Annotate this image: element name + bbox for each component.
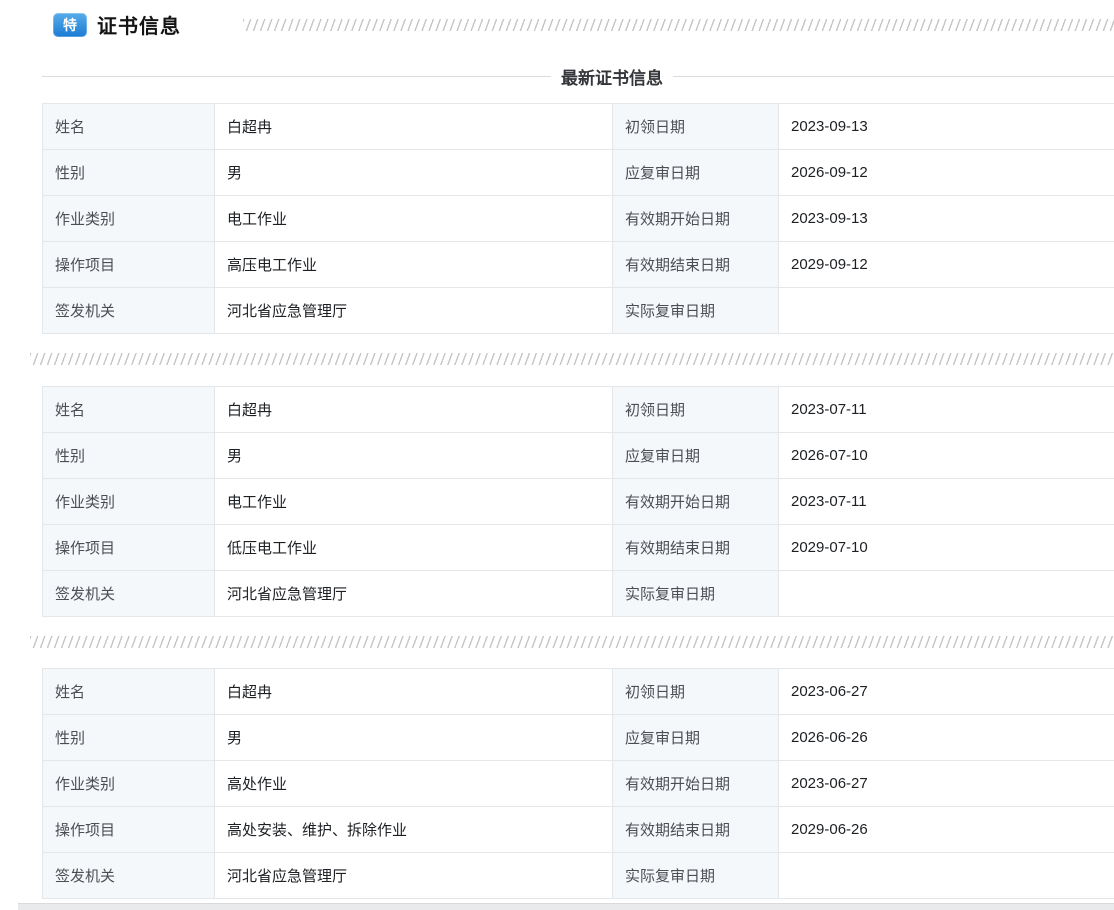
field-label: 操作项目: [43, 807, 215, 853]
field-value: 白超冉: [215, 669, 613, 715]
field-value: 低压电工作业: [215, 525, 613, 571]
hatch-divider: [30, 636, 1114, 648]
field-value: 高处安装、维护、拆除作业: [215, 807, 613, 853]
field-label: 性别: [43, 715, 215, 761]
field-value: 电工作业: [215, 479, 613, 525]
field-label: 有效期开始日期: [613, 196, 779, 242]
field-label: 有效期结束日期: [613, 242, 779, 288]
field-label: 有效期开始日期: [613, 479, 779, 525]
table-row: 操作项目 高压电工作业 有效期结束日期 2029-09-12: [43, 242, 1114, 288]
latest-certificate-section-header: 最新证书信息: [42, 64, 1114, 89]
table-row: 操作项目 高处安装、维护、拆除作业 有效期结束日期 2029-06-26: [43, 807, 1114, 853]
section-title: 最新证书信息: [561, 64, 663, 89]
field-value: 男: [215, 150, 613, 196]
certificate-table-1: 姓名 白超冉 初领日期 2023-09-13 性别 男 应复审日期 2026-0…: [42, 103, 1114, 334]
field-value: 男: [215, 433, 613, 479]
field-label: 有效期开始日期: [613, 761, 779, 807]
table-row: 作业类别 电工作业 有效期开始日期 2023-09-13: [43, 196, 1114, 242]
field-label: 初领日期: [613, 669, 779, 715]
certificate-info-page: 特 证书信息 最新证书信息 姓名 白超冉 初领日期 2023-09-13 性别 …: [42, 0, 1114, 910]
field-label: 作业类别: [43, 761, 215, 807]
field-label: 应复审日期: [613, 715, 779, 761]
field-label: 有效期结束日期: [613, 525, 779, 571]
field-value: 男: [215, 715, 613, 761]
field-value: [779, 853, 1114, 899]
field-label: 应复审日期: [613, 433, 779, 479]
table-row: 性别 男 应复审日期 2026-06-26: [43, 715, 1114, 761]
field-label: 实际复审日期: [613, 288, 779, 334]
table-row: 姓名 白超冉 初领日期 2023-06-27: [43, 669, 1114, 715]
field-label: 作业类别: [43, 196, 215, 242]
field-label: 姓名: [43, 669, 215, 715]
field-value: 2023-07-11: [779, 479, 1114, 525]
table-row: 操作项目 低压电工作业 有效期结束日期 2029-07-10: [43, 525, 1114, 571]
field-label: 操作项目: [43, 525, 215, 571]
field-value: 2023-09-13: [779, 104, 1114, 150]
field-value: 2023-06-27: [779, 761, 1114, 807]
field-value: [779, 288, 1114, 334]
certificate-table-3: 姓名 白超冉 初领日期 2023-06-27 性别 男 应复审日期 2026-0…: [42, 668, 1114, 899]
table-row: 姓名 白超冉 初领日期 2023-09-13: [43, 104, 1114, 150]
field-label: 性别: [43, 150, 215, 196]
field-value: 2029-07-10: [779, 525, 1114, 571]
table-row: 性别 男 应复审日期 2026-09-12: [43, 150, 1114, 196]
table-row: 作业类别 高处作业 有效期开始日期 2023-06-27: [43, 761, 1114, 807]
section-divider-line: [673, 76, 1114, 77]
certificate-table-2: 姓名 白超冉 初领日期 2023-07-11 性别 男 应复审日期 2026-0…: [42, 386, 1114, 617]
field-label: 操作项目: [43, 242, 215, 288]
field-value: 2026-07-10: [779, 433, 1114, 479]
field-label: 有效期结束日期: [613, 807, 779, 853]
field-label: 签发机关: [43, 571, 215, 617]
field-label: 性别: [43, 433, 215, 479]
field-label: 姓名: [43, 387, 215, 433]
field-label: 初领日期: [613, 104, 779, 150]
table-row: 性别 男 应复审日期 2026-07-10: [43, 433, 1114, 479]
field-label: 实际复审日期: [613, 571, 779, 617]
section-divider-line: [42, 76, 551, 77]
table-row: 签发机关 河北省应急管理厅 实际复审日期: [43, 288, 1114, 334]
field-value: 2026-09-12: [779, 150, 1114, 196]
field-value: 河北省应急管理厅: [215, 571, 613, 617]
table-row: 签发机关 河北省应急管理厅 实际复审日期: [43, 853, 1114, 899]
field-value: 高处作业: [215, 761, 613, 807]
field-label: 作业类别: [43, 479, 215, 525]
field-value: 白超冉: [215, 104, 613, 150]
field-value: 2023-06-27: [779, 669, 1114, 715]
field-value: 河北省应急管理厅: [215, 288, 613, 334]
field-value: [779, 571, 1114, 617]
field-value: 2029-06-26: [779, 807, 1114, 853]
field-label: 姓名: [43, 104, 215, 150]
field-value: 高压电工作业: [215, 242, 613, 288]
page-header: 特 证书信息: [53, 10, 181, 39]
field-label: 签发机关: [43, 288, 215, 334]
special-operation-badge-icon: 特: [53, 13, 87, 37]
field-label: 初领日期: [613, 387, 779, 433]
field-value: 2023-09-13: [779, 196, 1114, 242]
table-row: 签发机关 河北省应急管理厅 实际复审日期: [43, 571, 1114, 617]
field-value: 2029-09-12: [779, 242, 1114, 288]
field-value: 白超冉: [215, 387, 613, 433]
horizontal-scrollbar[interactable]: [18, 903, 1114, 910]
field-label: 签发机关: [43, 853, 215, 899]
header-hatch-decoration: [243, 19, 1114, 31]
page-title: 证书信息: [97, 10, 181, 39]
field-label: 实际复审日期: [613, 853, 779, 899]
field-value: 2023-07-11: [779, 387, 1114, 433]
field-value: 2026-06-26: [779, 715, 1114, 761]
table-row: 作业类别 电工作业 有效期开始日期 2023-07-11: [43, 479, 1114, 525]
field-label: 应复审日期: [613, 150, 779, 196]
field-value: 河北省应急管理厅: [215, 853, 613, 899]
field-value: 电工作业: [215, 196, 613, 242]
table-row: 姓名 白超冉 初领日期 2023-07-11: [43, 387, 1114, 433]
hatch-divider: [30, 353, 1114, 365]
